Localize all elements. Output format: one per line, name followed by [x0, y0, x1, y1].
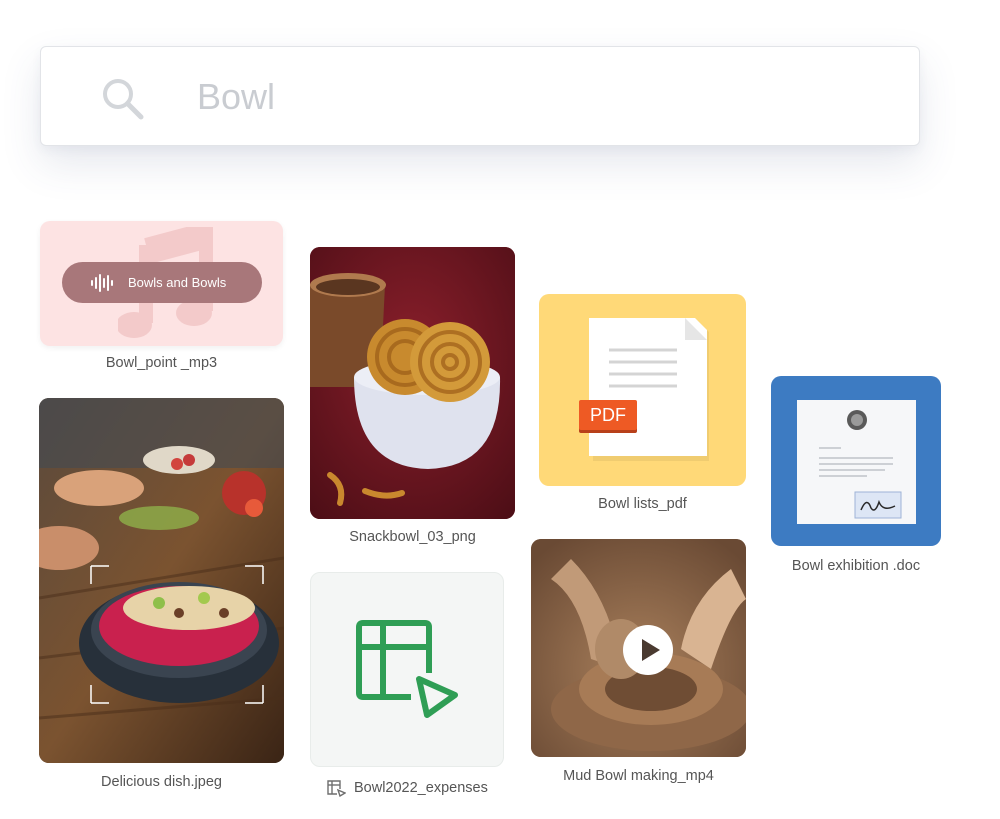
file-card-video[interactable]: [531, 539, 746, 757]
file-caption-dish: Delicious dish.jpeg: [101, 774, 222, 790]
audio-track-pill[interactable]: Bowls and Bowls: [62, 262, 262, 303]
search-icon: [103, 79, 144, 120]
file-caption-mp3: Bowl_point _mp3: [105, 355, 218, 371]
search-bar[interactable]: [40, 46, 920, 146]
file-caption-snack: Snackbowl_03_png: [349, 529, 476, 545]
file-card-pdf[interactable]: PDF: [539, 294, 746, 486]
spreadsheet-small-icon: [327, 780, 346, 797]
play-icon[interactable]: [623, 625, 673, 675]
file-caption-sheet: Bowl2022_expenses: [354, 780, 488, 796]
file-card-mp3[interactable]: Bowls and Bowls: [40, 221, 283, 346]
spreadsheet-icon: [356, 620, 458, 718]
audio-wave-icon: [91, 273, 113, 292]
pdf-badge: PDF: [579, 400, 637, 430]
file-caption-doc: Bowl exhibition .doc: [791, 558, 921, 574]
snack-photo: [310, 247, 515, 519]
file-caption-sheet-row: Bowl2022_expenses: [326, 779, 488, 797]
file-card-dish-photo[interactable]: [39, 398, 284, 763]
dish-photo: [39, 398, 284, 763]
file-card-doc[interactable]: [771, 376, 941, 546]
doc-letter-preview: [797, 400, 916, 524]
file-card-spreadsheet[interactable]: [310, 572, 504, 767]
pdf-document-icon: [589, 318, 709, 461]
file-caption-pdf: Bowl lists_pdf: [598, 496, 687, 512]
audio-track-title: Bowls and Bowls: [128, 275, 227, 290]
search-input[interactable]: [197, 71, 797, 123]
file-card-snack-photo[interactable]: [310, 247, 515, 519]
file-caption-video: Mud Bowl making_mp4: [563, 768, 714, 784]
